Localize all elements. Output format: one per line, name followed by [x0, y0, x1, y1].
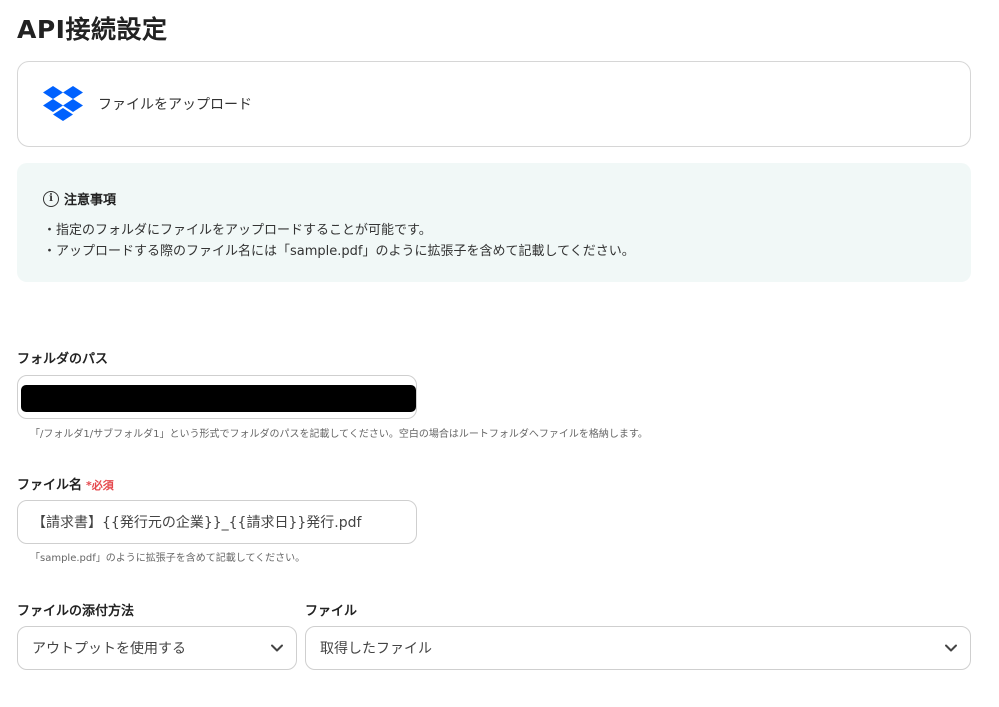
notice-title: 注意事項: [64, 193, 117, 208]
info-icon: i: [43, 190, 59, 207]
notice-box: i 注意事項 ・指定のフォルダにファイルをアップロードすることが可能です。 ・ア…: [17, 163, 971, 282]
file-name-value: 【請求書】{{発行元の企業}}_{{請求日}}発行.pdf: [32, 515, 362, 531]
file-select[interactable]: 取得したファイル: [305, 626, 971, 670]
folder-path-label: フォルダのパス: [17, 352, 109, 367]
notice-header: i 注意事項: [43, 189, 116, 208]
redacted-value: [21, 385, 416, 412]
attach-method-value: アウトプットを使用する: [32, 641, 186, 657]
dropbox-icon: [43, 86, 83, 121]
file-name-input[interactable]: 【請求書】{{発行元の企業}}_{{請求日}}発行.pdf: [17, 500, 417, 544]
attach-method-select[interactable]: アウトプットを使用する: [17, 626, 297, 670]
required-text: 必須: [91, 479, 114, 492]
file-value: 取得したファイル: [320, 641, 432, 657]
app-action-card[interactable]: ファイルをアップロード: [17, 61, 971, 147]
folder-path-hint: 「/フォルダ1/サブフォルダ1」という形式でフォルダのパスを記載してください。空…: [30, 429, 648, 440]
required-badge: *必須: [86, 479, 114, 492]
chevron-down-icon: [271, 644, 283, 652]
file-name-label: ファイル名 *必須: [17, 474, 114, 493]
notice-line: ・アップロードする際のファイル名には「sample.pdf」のように拡張子を含め…: [43, 244, 635, 259]
file-name-label-text: ファイル名: [17, 478, 83, 493]
page-title: API接続設定: [17, 15, 168, 44]
chevron-down-icon: [945, 644, 957, 652]
notice-line: ・指定のフォルダにファイルをアップロードすることが可能です。: [43, 223, 432, 238]
file-label: ファイル: [305, 604, 358, 619]
file-name-hint: 「sample.pdf」のように拡張子を含めて記載してください。: [30, 553, 306, 564]
app-action-label: ファイルをアップロード: [98, 97, 252, 113]
folder-path-input[interactable]: [17, 375, 417, 419]
attach-method-label: ファイルの添付方法: [17, 604, 135, 619]
